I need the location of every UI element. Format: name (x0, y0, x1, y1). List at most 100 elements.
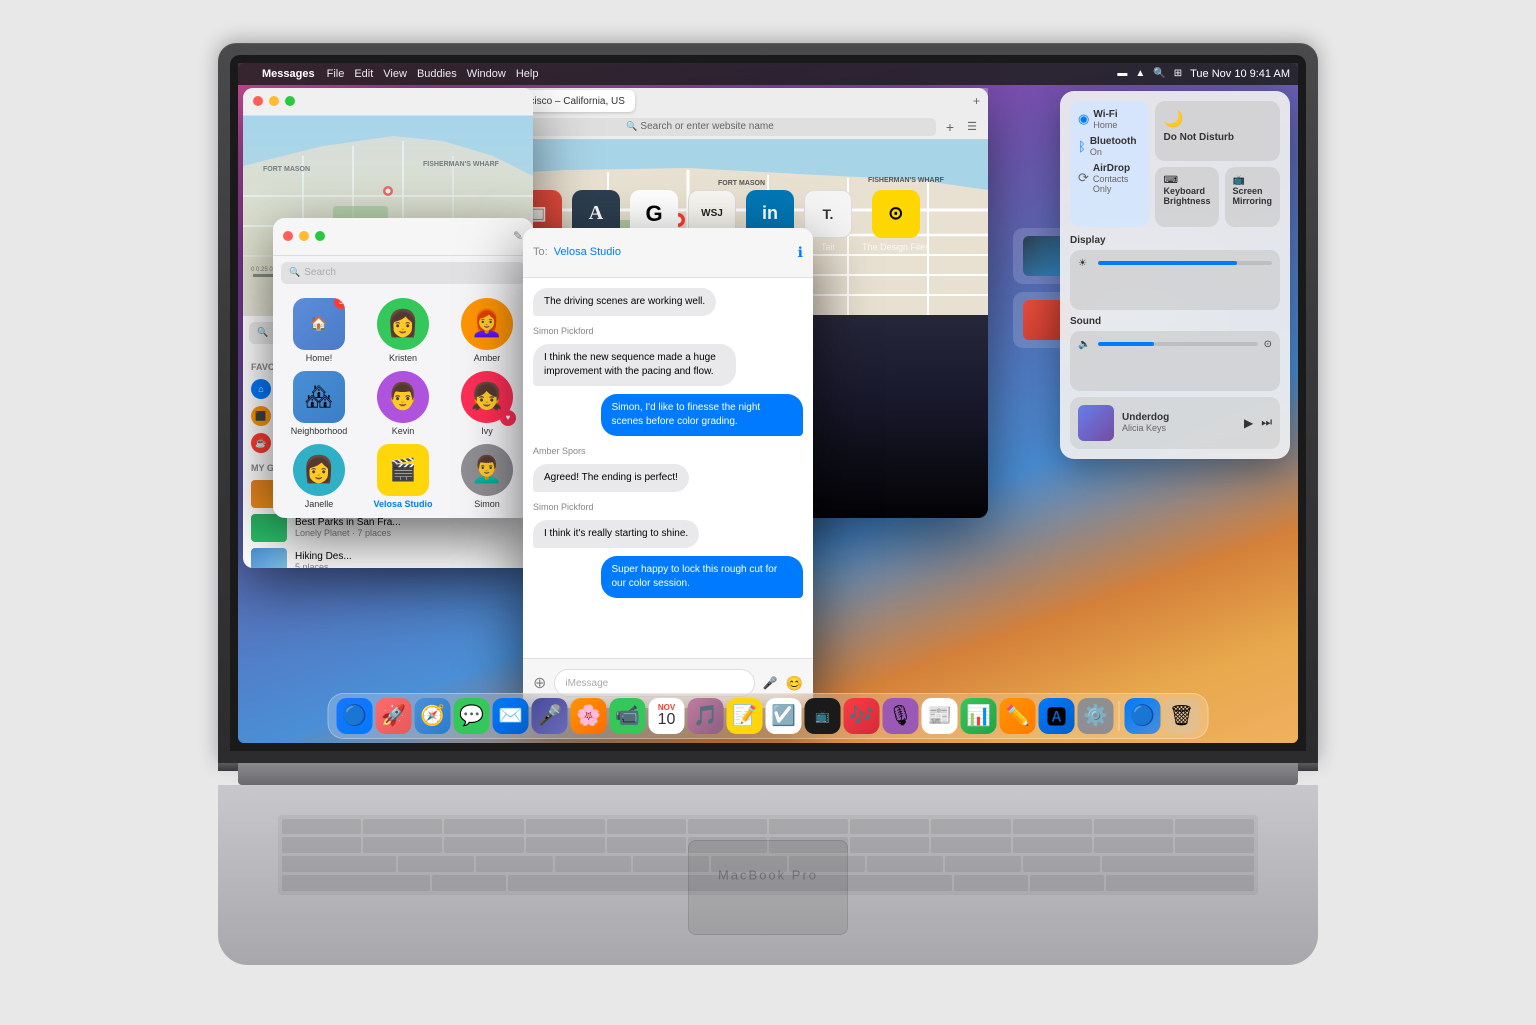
dock-finder[interactable]: 🔵 (337, 698, 373, 734)
skip-button[interactable]: ⏭ (1261, 415, 1272, 430)
menu-window[interactable]: Window (467, 68, 506, 80)
macbook-bottom-bar (238, 763, 1298, 785)
kb-key (444, 837, 523, 853)
messages-contacts-titlebar: ✎ (273, 218, 533, 256)
safari-url-bar[interactable]: 🔍 Search or enter website name (464, 118, 936, 136)
cc-screen-tile[interactable]: 📺 Screen Mirroring (1225, 167, 1281, 227)
contact-ivy-name: Ivy (481, 426, 493, 436)
control-center-icon[interactable]: ⊞ (1174, 68, 1182, 79)
msg-6: Super happy to lock this rough cut for o… (601, 556, 804, 598)
dock-appletv[interactable]: 📺 (805, 698, 841, 734)
macbook-trackpad[interactable] (688, 840, 848, 935)
menu-view[interactable]: View (383, 68, 407, 80)
attachment-icon[interactable]: ⊕ (533, 673, 546, 693)
search-icon[interactable]: 🔍 (1153, 68, 1165, 79)
dock-music-note[interactable]: 🎵 (688, 698, 724, 734)
kb-key (1013, 837, 1092, 853)
dock-calendar[interactable]: NOV 10 (649, 698, 685, 734)
dock-siri[interactable]: 🎤 (532, 698, 568, 734)
now-playing-artist: Alicia Keys (1122, 423, 1236, 433)
sender-simon-2: Simon Pickford (533, 502, 803, 512)
dock-appstore[interactable]: 🅰 (1039, 698, 1075, 734)
contact-kevin[interactable]: 👨 Kevin (365, 371, 441, 436)
menu-edit[interactable]: Edit (354, 68, 373, 80)
contact-simon[interactable]: 👨‍🦱 Simon (449, 444, 525, 509)
msg-close[interactable] (283, 231, 293, 241)
play-button[interactable]: ▶ (1244, 416, 1253, 430)
contact-neighborhood[interactable]: 🏘 Neighborhood (281, 371, 357, 436)
dock-systemprefs[interactable]: ⚙️ (1078, 698, 1114, 734)
menu-help[interactable]: Help (516, 68, 539, 80)
kb-key (282, 837, 361, 853)
kb-key (526, 819, 605, 835)
dock-pages[interactable]: ✏️ (1000, 698, 1036, 734)
dock-safari[interactable]: 🧭 (415, 698, 451, 734)
airplay-icon[interactable]: ⊙ (1264, 339, 1272, 350)
contact-home[interactable]: 🏠 3 Home! (281, 298, 357, 363)
kb-key (526, 837, 605, 853)
cc-bluetooth-sublabel: On (1090, 147, 1137, 157)
sound-slider[interactable] (1098, 342, 1258, 346)
maximize-button[interactable] (285, 96, 295, 106)
kb-key (363, 837, 442, 853)
display-slider[interactable] (1098, 261, 1272, 265)
contact-neighborhood-name: Neighborhood (291, 426, 348, 436)
dock-facetime[interactable]: 📹 (610, 698, 646, 734)
microphone-icon[interactable]: 🎤 (763, 676, 778, 690)
msg-1: The driving scenes are working well. (533, 288, 716, 316)
menubar-app-name[interactable]: Messages (262, 68, 315, 80)
contact-velosa[interactable]: 🎬 Velosa Studio (365, 444, 441, 509)
guide-hiking-name: Hiking Des... (295, 551, 525, 562)
screen-mirroring-icon: 📺 (1233, 175, 1273, 186)
now-playing-title: Underdog (1122, 412, 1236, 423)
dock-photos[interactable]: 🌸 (571, 698, 607, 734)
contact-amber[interactable]: 👩‍🦰 Amber (449, 298, 525, 363)
dock-privacy[interactable]: 🔵 (1125, 698, 1161, 734)
kb-key (432, 875, 506, 891)
dock-reminders[interactable]: ☑️ (766, 698, 802, 734)
macbook-base: MacBook Pro (218, 763, 1318, 983)
fav-design[interactable]: ⊙ The Design Files (862, 190, 930, 252)
menu-file[interactable]: File (327, 68, 345, 80)
info-icon[interactable]: ℹ (798, 244, 803, 261)
dock-messages[interactable]: 💬 (454, 698, 490, 734)
dock-podcasts[interactable]: 🎙 (883, 698, 919, 734)
macbook-palm-rest: MacBook Pro (218, 785, 1318, 965)
messages-contacts-window: ✎ 🔍 Search 🏠 3 Home! (273, 218, 533, 518)
messages-search[interactable]: 🔍 Search (281, 262, 525, 284)
safari-new-tab[interactable]: + (973, 94, 980, 108)
contact-neighborhood-avatar: 🏘 (293, 371, 345, 423)
minimize-button[interactable] (269, 96, 279, 106)
sound-slider-row: 🔈 ⊙ (1078, 339, 1272, 350)
safari-sidebar[interactable]: ☰ (964, 119, 980, 135)
compose-icon[interactable]: ✎ (513, 229, 523, 243)
maps-guide-hiking[interactable]: Hiking Des... 5 places (251, 545, 525, 568)
guide-parks-detail: Lonely Planet · 7 places (295, 528, 525, 538)
safari-add-tab[interactable]: + (942, 119, 958, 135)
dock-news[interactable]: 📰 (922, 698, 958, 734)
msg-maximize[interactable] (315, 231, 325, 241)
contact-janelle[interactable]: 👩 Janelle (281, 444, 357, 509)
cc-keyboard-tile[interactable]: ⌨ Keyboard Brightness (1155, 167, 1218, 227)
emoji-icon[interactable]: 😊 (786, 675, 803, 692)
contact-kristen-name: Kristen (389, 353, 417, 363)
close-button[interactable] (253, 96, 263, 106)
cc-dnd-tile[interactable]: 🌙 Do Not Disturb (1155, 101, 1280, 161)
dock-separator (1119, 701, 1120, 731)
dock-music[interactable]: 🎶 (844, 698, 880, 734)
dock-trash[interactable]: 🗑 (1164, 698, 1200, 734)
dock-numbers[interactable]: 📊 (961, 698, 997, 734)
kb-key (954, 875, 1028, 891)
dock-launchpad[interactable]: 🚀 (376, 698, 412, 734)
svg-text:FORT MASON: FORT MASON (263, 166, 310, 173)
dock-notes[interactable]: 📝 (727, 698, 763, 734)
cc-screen-label: Screen Mirroring (1233, 186, 1273, 206)
dock-mail[interactable]: ✉️ (493, 698, 529, 734)
menu-buddies[interactable]: Buddies (417, 68, 457, 80)
msg-minimize[interactable] (299, 231, 309, 241)
contact-ivy[interactable]: 👧 ♥ Ivy (449, 371, 525, 436)
contact-kristen[interactable]: 👩 Kristen (365, 298, 441, 363)
kb-key (931, 837, 1010, 853)
messages-conversation-window: To: Velosa Studio ℹ The driving scenes a… (523, 228, 813, 708)
macbook-laptop: Messages File Edit View Buddies Window H… (218, 43, 1318, 983)
